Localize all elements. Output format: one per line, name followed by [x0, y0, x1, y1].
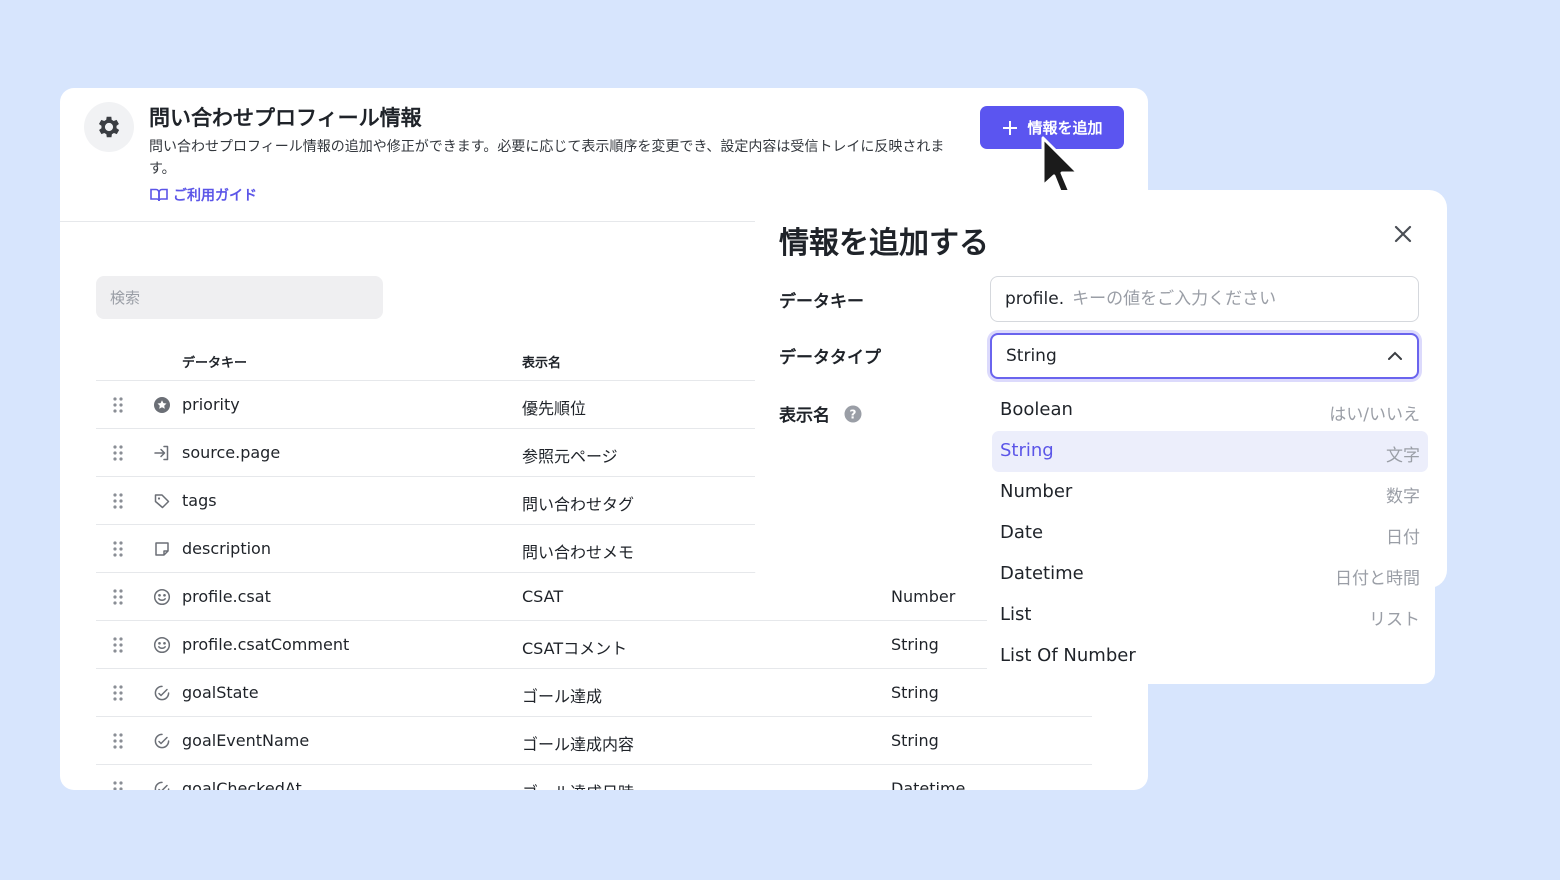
drag-handle-icon[interactable] — [113, 781, 123, 790]
column-header-key: データキー — [182, 356, 248, 371]
tag-icon — [153, 492, 171, 514]
option-description: 日付 — [1386, 528, 1420, 548]
data-key-label: データキー — [779, 292, 864, 312]
gear-icon — [84, 102, 134, 152]
option-label: Boolean — [1000, 399, 1073, 420]
drag-handle-icon[interactable] — [113, 541, 123, 561]
add-info-button-label: 情報を追加 — [1027, 119, 1103, 137]
data-type-value: String — [1006, 346, 1057, 366]
dropdown-option-date[interactable]: Date 日付 — [992, 513, 1428, 554]
row-data-key: priority — [182, 395, 240, 414]
row-display-name: 問い合わせタグ — [522, 495, 635, 514]
option-description: はい/いいえ — [1329, 405, 1420, 425]
dropdown-option-list-of-number[interactable]: List Of Number — [992, 636, 1428, 677]
row-display-name: ゴール達成日時 — [522, 779, 634, 790]
option-description: 日付と時間 — [1335, 569, 1420, 589]
data-type-dropdown: Boolean はい/いいえ String 文字 Number 数字 Date 日付 Datet… — [987, 390, 1435, 684]
column-header-display: 表示名 — [522, 356, 562, 371]
option-description: 文字 — [1386, 446, 1420, 466]
svg-text:?: ? — [850, 408, 857, 422]
drag-handle-icon[interactable] — [113, 589, 123, 609]
row-data-type: Datetime — [891, 779, 966, 790]
row-data-type: Number — [891, 587, 956, 606]
page-description: 問い合わせプロフィール情報の追加や修正ができます。必要に応じて表示順序を変更でき… — [149, 139, 945, 177]
row-data-key: goalEventName — [182, 731, 310, 750]
row-data-key: goalCheckedAt — [182, 779, 302, 790]
dropdown-option-boolean[interactable]: Boolean はい/いいえ — [992, 390, 1428, 431]
table-row[interactable]: goalState ゴール達成 String — [96, 669, 1092, 717]
guide-link[interactable]: ご利用ガイド — [150, 185, 257, 205]
data-type-label: データタイプ — [779, 348, 881, 368]
smiley-icon — [153, 588, 171, 610]
option-label: Number — [1000, 481, 1073, 502]
option-description: 数字 — [1386, 487, 1420, 507]
row-data-key: profile.csat — [182, 587, 271, 606]
data-key-input[interactable] — [1072, 289, 1418, 309]
priority-icon — [153, 396, 171, 418]
option-label: Date — [1000, 522, 1044, 543]
guide-link-label: ご利用ガイド — [173, 188, 257, 204]
dropdown-option-number[interactable]: Number 数字 — [992, 472, 1428, 513]
option-label: List Of Number — [1000, 645, 1136, 666]
drag-handle-icon[interactable] — [113, 733, 123, 753]
row-data-key: tags — [182, 491, 217, 510]
goal-icon — [153, 732, 171, 754]
row-display-name: 問い合わせメモ — [522, 543, 635, 562]
table-row[interactable]: goalEventName ゴール達成内容 String — [96, 717, 1092, 765]
smiley-icon — [153, 636, 171, 658]
row-display-name: 優先順位 — [522, 399, 587, 418]
close-icon[interactable] — [1387, 218, 1419, 250]
data-type-select[interactable]: String — [990, 333, 1419, 379]
drag-handle-icon[interactable] — [113, 397, 123, 417]
row-display-name: ゴール達成 — [522, 687, 603, 706]
goal-icon — [153, 684, 171, 706]
drag-handle-icon[interactable] — [113, 685, 123, 705]
table-row[interactable]: goalCheckedAt ゴール達成日時 Datetime — [96, 765, 1092, 790]
row-display-name: 参照元ページ — [522, 447, 618, 466]
dropdown-option-datetime[interactable]: Datetime 日付と時間 — [992, 554, 1428, 595]
display-name-label: 表示名 — [779, 406, 830, 426]
dropdown-option-string[interactable]: String 文字 — [992, 431, 1428, 472]
option-label: String — [1000, 440, 1054, 461]
row-display-name: ゴール達成内容 — [522, 735, 635, 754]
goal-icon — [153, 780, 171, 790]
drag-handle-icon[interactable] — [113, 445, 123, 465]
drag-handle-icon[interactable] — [113, 493, 123, 513]
option-label: Datetime — [1000, 563, 1084, 584]
row-data-key: description — [182, 539, 271, 558]
book-icon — [150, 188, 168, 202]
row-display-name: CSATコメント — [522, 639, 628, 658]
row-data-key: goalState — [182, 683, 259, 702]
row-data-key: profile.csatComment — [182, 635, 350, 654]
row-display-name: CSAT — [522, 587, 564, 606]
option-description: リスト — [1369, 610, 1420, 630]
page-title: 問い合わせプロフィール情報 — [149, 106, 422, 130]
row-data-type: String — [891, 635, 939, 654]
table-row[interactable]: profile.csatComment CSATコメント String — [96, 621, 1092, 669]
data-key-field[interactable]: profile. — [990, 276, 1419, 322]
row-data-key: source.page — [182, 443, 281, 462]
chevron-up-icon — [1388, 351, 1402, 360]
data-key-prefix: profile. — [1005, 289, 1065, 309]
note-icon — [153, 540, 171, 562]
row-data-type: String — [891, 683, 939, 702]
panel-title: 情報を追加する — [779, 226, 989, 261]
help-icon[interactable]: ? — [844, 405, 862, 427]
option-label: List — [1000, 604, 1032, 625]
row-data-type: String — [891, 731, 939, 750]
plus-icon — [1003, 120, 1018, 135]
search-input[interactable] — [96, 276, 383, 319]
drag-handle-icon[interactable] — [113, 637, 123, 657]
login-arrow-icon — [153, 444, 171, 466]
dropdown-option-list[interactable]: List リスト — [992, 595, 1428, 636]
